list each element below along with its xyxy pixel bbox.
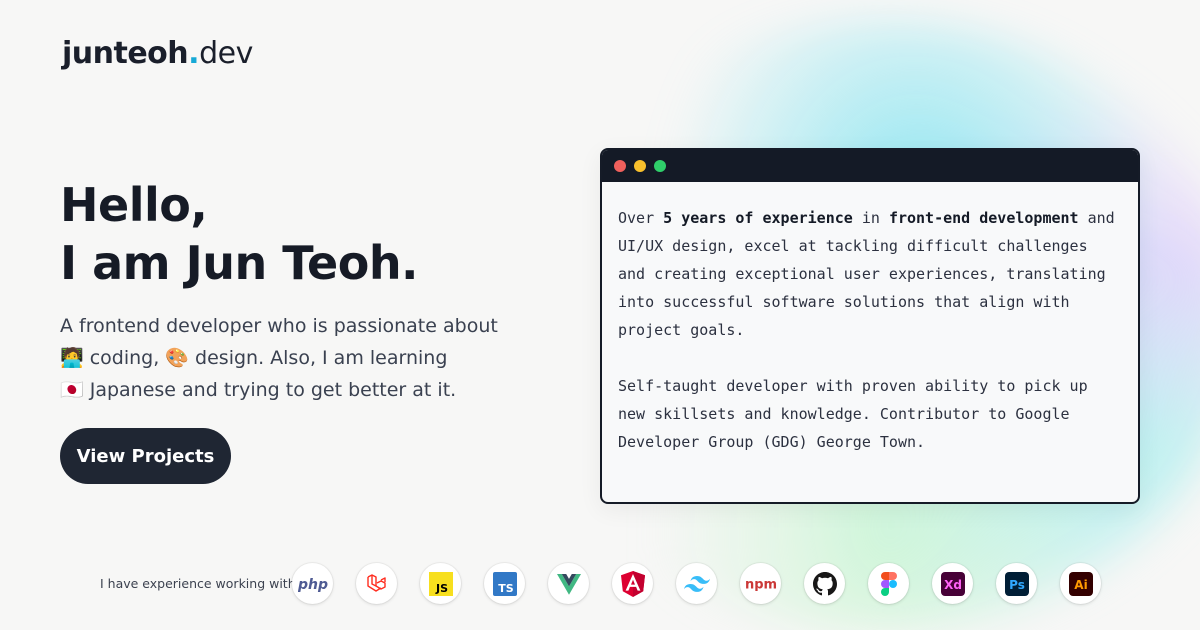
illustrator-icon: Ai [1060, 563, 1101, 604]
figma-icon [868, 563, 909, 604]
hero-name: I am Jun Teoh. [60, 236, 419, 290]
about-paragraph-1: Over 5 years of experience in front-end … [618, 204, 1122, 344]
skills-icon-row: php JS TS npm Xd Ps Ai [292, 563, 1101, 604]
window-titlebar [602, 150, 1138, 182]
about-text-segment: Over [618, 209, 664, 227]
adobe-xd-icon: Xd [932, 563, 973, 604]
about-text-segment: and UI/UX design, excel at tackling diff… [618, 209, 1115, 339]
laravel-icon [356, 563, 397, 604]
php-icon: php [292, 563, 333, 604]
technologist-emoji-icon: 🧑‍💻 [60, 347, 84, 369]
npm-icon: npm [740, 563, 781, 604]
frontend-highlight: front-end development [888, 209, 1079, 227]
typescript-icon: TS [484, 563, 525, 604]
about-text: Over 5 years of experience in front-end … [602, 182, 1138, 456]
hero-desc-coding: coding, [89, 347, 160, 369]
vue-icon [548, 563, 589, 604]
experience-highlight: 5 years of experience [663, 209, 853, 227]
angular-icon [612, 563, 653, 604]
view-projects-button[interactable]: View Projects [60, 428, 231, 484]
logo-tld: dev [199, 36, 253, 71]
window-minimize-dot-icon [634, 160, 646, 172]
tailwind-icon [676, 563, 717, 604]
about-text-segment: in [852, 209, 889, 227]
php-text: php [298, 577, 328, 593]
hero-desc-design: design. Also, I am learning [195, 347, 448, 369]
hero-heading: Hello, I am Jun Teoh. [60, 176, 419, 292]
window-close-dot-icon [614, 160, 626, 172]
logo-name: junteoh [62, 36, 189, 71]
javascript-icon: JS [420, 563, 461, 604]
ai-text: Ai [1074, 578, 1087, 592]
about-window: Over 5 years of experience in front-end … [600, 148, 1140, 504]
window-maximize-dot-icon [654, 160, 666, 172]
logo-dot: . [188, 36, 200, 71]
npm-text: npm [745, 577, 777, 591]
photoshop-icon: Ps [996, 563, 1037, 604]
hero-desc-line-1: A frontend developer who is passionate a… [60, 315, 498, 337]
ps-text: Ps [1009, 578, 1025, 592]
github-icon [804, 563, 845, 604]
js-text: JS [434, 582, 447, 595]
about-paragraph-2: Self-taught developer with proven abilit… [618, 377, 1088, 451]
palette-emoji-icon: 🎨 [165, 347, 189, 369]
xd-text: Xd [944, 578, 962, 592]
skills-label: I have experience working with [100, 576, 296, 591]
site-logo[interactable]: junteoh.dev [62, 36, 253, 71]
japan-flag-icon: 🇯🇵 [60, 379, 84, 401]
hero-description: A frontend developer who is passionate a… [60, 310, 530, 406]
hero-greeting: Hello, [60, 178, 208, 232]
ts-text: TS [498, 582, 514, 595]
hero-desc-line-3: Japanese and trying to get better at it. [89, 379, 457, 401]
